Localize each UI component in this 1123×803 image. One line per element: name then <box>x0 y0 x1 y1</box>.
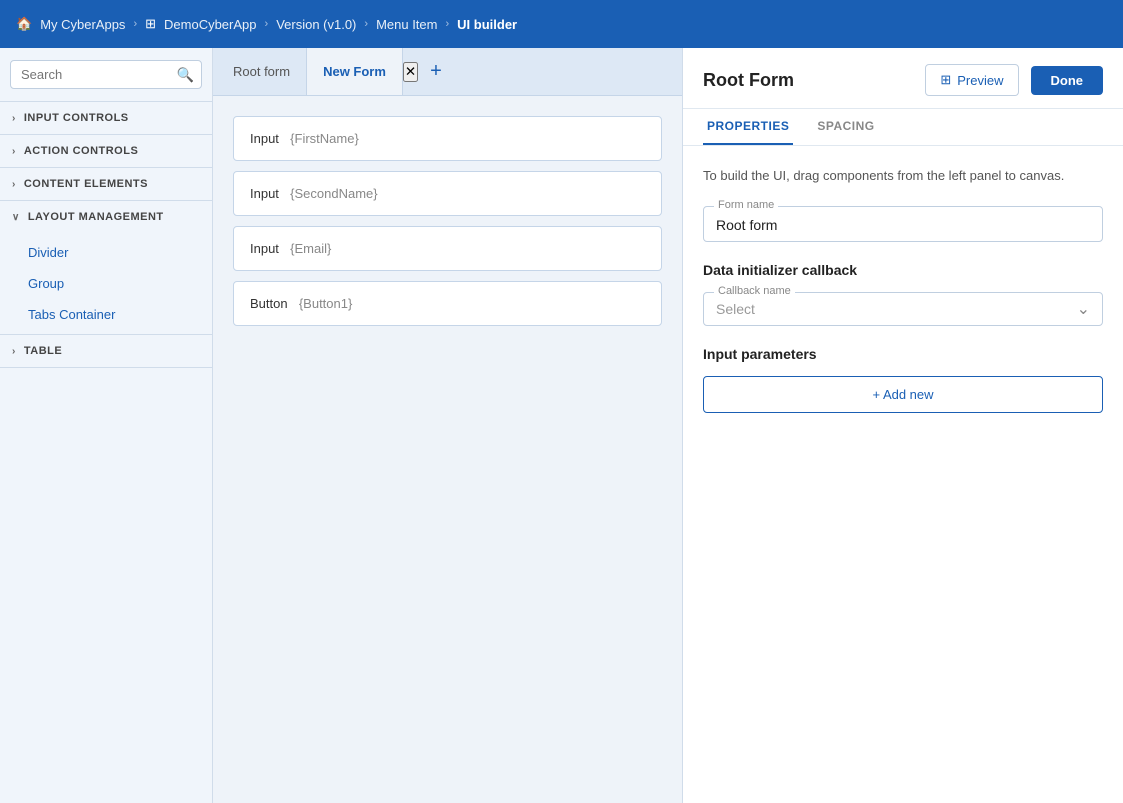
chevron-right-icon-2: › <box>12 146 16 157</box>
done-button[interactable]: Done <box>1031 66 1104 95</box>
form-name-input[interactable] <box>716 215 1090 233</box>
preview-icon: ⊞ <box>940 72 951 88</box>
left-sidebar: 🔍 › Input Controls › Action Controls › C… <box>0 48 213 803</box>
canvas-field-email[interactable]: Input {Email} <box>233 226 662 271</box>
right-panel-header: Root Form ⊞ Preview Done <box>683 48 1123 109</box>
chevron-down-icon-callback: ⌄ <box>1077 299 1090 319</box>
form-name-label: Form name <box>714 199 778 211</box>
nav-item-democyberapp[interactable]: DemoCyberApp <box>164 17 257 32</box>
search-button[interactable]: 🔍 <box>177 66 194 83</box>
preview-button[interactable]: ⊞ Preview <box>925 64 1018 96</box>
section-input-controls: › Input Controls <box>0 102 212 135</box>
section-table-header[interactable]: › Table <box>0 335 212 367</box>
field-value-firstname: {FirstName} <box>287 131 359 146</box>
page-title: Root Form <box>703 70 794 91</box>
chevron-right-icon-3: › <box>12 179 16 190</box>
nav-democyberapp-icon: ⊞ <box>145 16 156 32</box>
plus-icon: + <box>430 60 442 83</box>
tabs-bar: Root form New Form ✕ + <box>213 48 682 96</box>
add-new-button[interactable]: + Add new <box>703 376 1103 413</box>
tab-new-form[interactable]: New Form <box>307 48 403 95</box>
input-parameters-section: Input parameters + Add new <box>703 346 1103 413</box>
tab-root-form[interactable]: Root form <box>217 48 307 95</box>
header-actions: ⊞ Preview Done <box>925 64 1103 96</box>
section-layout-management-label: Layout Management <box>28 211 164 223</box>
canvas-content: Input {FirstName} Input {SecondName} Inp… <box>213 96 682 803</box>
section-layout-management: ∨ Layout Management Divider Group Tabs C… <box>0 201 212 335</box>
section-table-label: Table <box>24 345 62 357</box>
nav-home-icon: 🏠 <box>16 16 32 32</box>
nav-item-uibuilder: UI builder <box>457 17 517 32</box>
nav-sep-3: › <box>364 18 368 30</box>
field-label-secondname: Input <box>250 186 279 201</box>
callback-name-label: Callback name <box>714 285 795 297</box>
chevron-right-icon: › <box>12 113 16 124</box>
section-action-controls-label: Action Controls <box>24 145 138 157</box>
section-layout-management-header[interactable]: ∨ Layout Management <box>0 201 212 233</box>
preview-label: Preview <box>957 73 1003 88</box>
nav-item-menuitem[interactable]: Menu Item <box>376 17 437 32</box>
section-input-controls-label: Input Controls <box>24 112 129 124</box>
section-content-elements-label: Content Elements <box>24 178 148 190</box>
section-action-controls-header[interactable]: › Action Controls <box>0 135 212 167</box>
canvas-field-secondname[interactable]: Input {SecondName} <box>233 171 662 216</box>
layout-management-items: Divider Group Tabs Container <box>0 233 212 334</box>
top-nav: 🏠 My CyberApps › ⊞ DemoCyberApp › Versio… <box>0 0 1123 48</box>
section-content-elements-header[interactable]: › Content Elements <box>0 168 212 200</box>
nav-item-version[interactable]: Version (v1.0) <box>276 17 356 32</box>
add-tab-button[interactable]: + <box>418 48 454 95</box>
section-table: › Table <box>0 335 212 368</box>
sidebar-item-group[interactable]: Group <box>0 268 212 299</box>
form-name-group: Form name <box>703 206 1103 242</box>
field-label-firstname: Input <box>250 131 279 146</box>
nav-item-mycyberapps[interactable]: My CyberApps <box>40 17 125 32</box>
nav-sep-1: › <box>133 18 137 30</box>
nav-sep-2: › <box>265 18 269 30</box>
tab-properties[interactable]: Properties <box>703 109 793 145</box>
field-value-button1: {Button1} <box>295 296 352 311</box>
sidebar-item-divider[interactable]: Divider <box>0 237 212 268</box>
data-initializer-group: Data initializer callback Callback name … <box>703 262 1103 326</box>
right-panel: Root Form ⊞ Preview Done Properties Spac… <box>683 48 1123 803</box>
field-label-email: Input <box>250 241 279 256</box>
section-action-controls: › Action Controls <box>0 135 212 168</box>
main-layout: 🔍 › Input Controls › Action Controls › C… <box>0 48 1123 803</box>
canvas-field-button1[interactable]: Button {Button1} <box>233 281 662 326</box>
callback-select-wrapper[interactable]: Callback name Select ⌄ <box>703 292 1103 326</box>
tab-spacing[interactable]: Spacing <box>813 109 878 145</box>
canvas-area: Root form New Form ✕ + Input {FirstName}… <box>213 48 683 803</box>
callback-select-value: Select <box>716 301 755 317</box>
sidebar-item-tabs-container[interactable]: Tabs Container <box>0 299 212 330</box>
field-value-email: {Email} <box>287 241 332 256</box>
field-label-button1: Button <box>250 296 288 311</box>
search-box: 🔍 <box>0 48 212 102</box>
input-parameters-label: Input parameters <box>703 346 1103 362</box>
form-name-wrapper: Form name <box>703 206 1103 242</box>
right-panel-body: To build the UI, drag components from th… <box>683 146 1123 803</box>
search-input[interactable] <box>10 60 202 89</box>
right-panel-tabs: Properties Spacing <box>683 109 1123 146</box>
section-input-controls-header[interactable]: › Input Controls <box>0 102 212 134</box>
canvas-field-firstname[interactable]: Input {FirstName} <box>233 116 662 161</box>
nav-sep-4: › <box>445 18 449 30</box>
tab-root-form-label: Root form <box>233 64 290 79</box>
field-value-secondname: {SecondName} <box>287 186 378 201</box>
data-initializer-title: Data initializer callback <box>703 262 1103 278</box>
tab-new-form-close-button[interactable]: ✕ <box>403 62 418 82</box>
tab-new-form-label: New Form <box>323 64 386 79</box>
chevron-right-icon-4: › <box>12 346 16 357</box>
section-content-elements: › Content Elements <box>0 168 212 201</box>
hint-text: To build the UI, drag components from th… <box>703 166 1103 186</box>
chevron-down-icon: ∨ <box>12 212 20 223</box>
